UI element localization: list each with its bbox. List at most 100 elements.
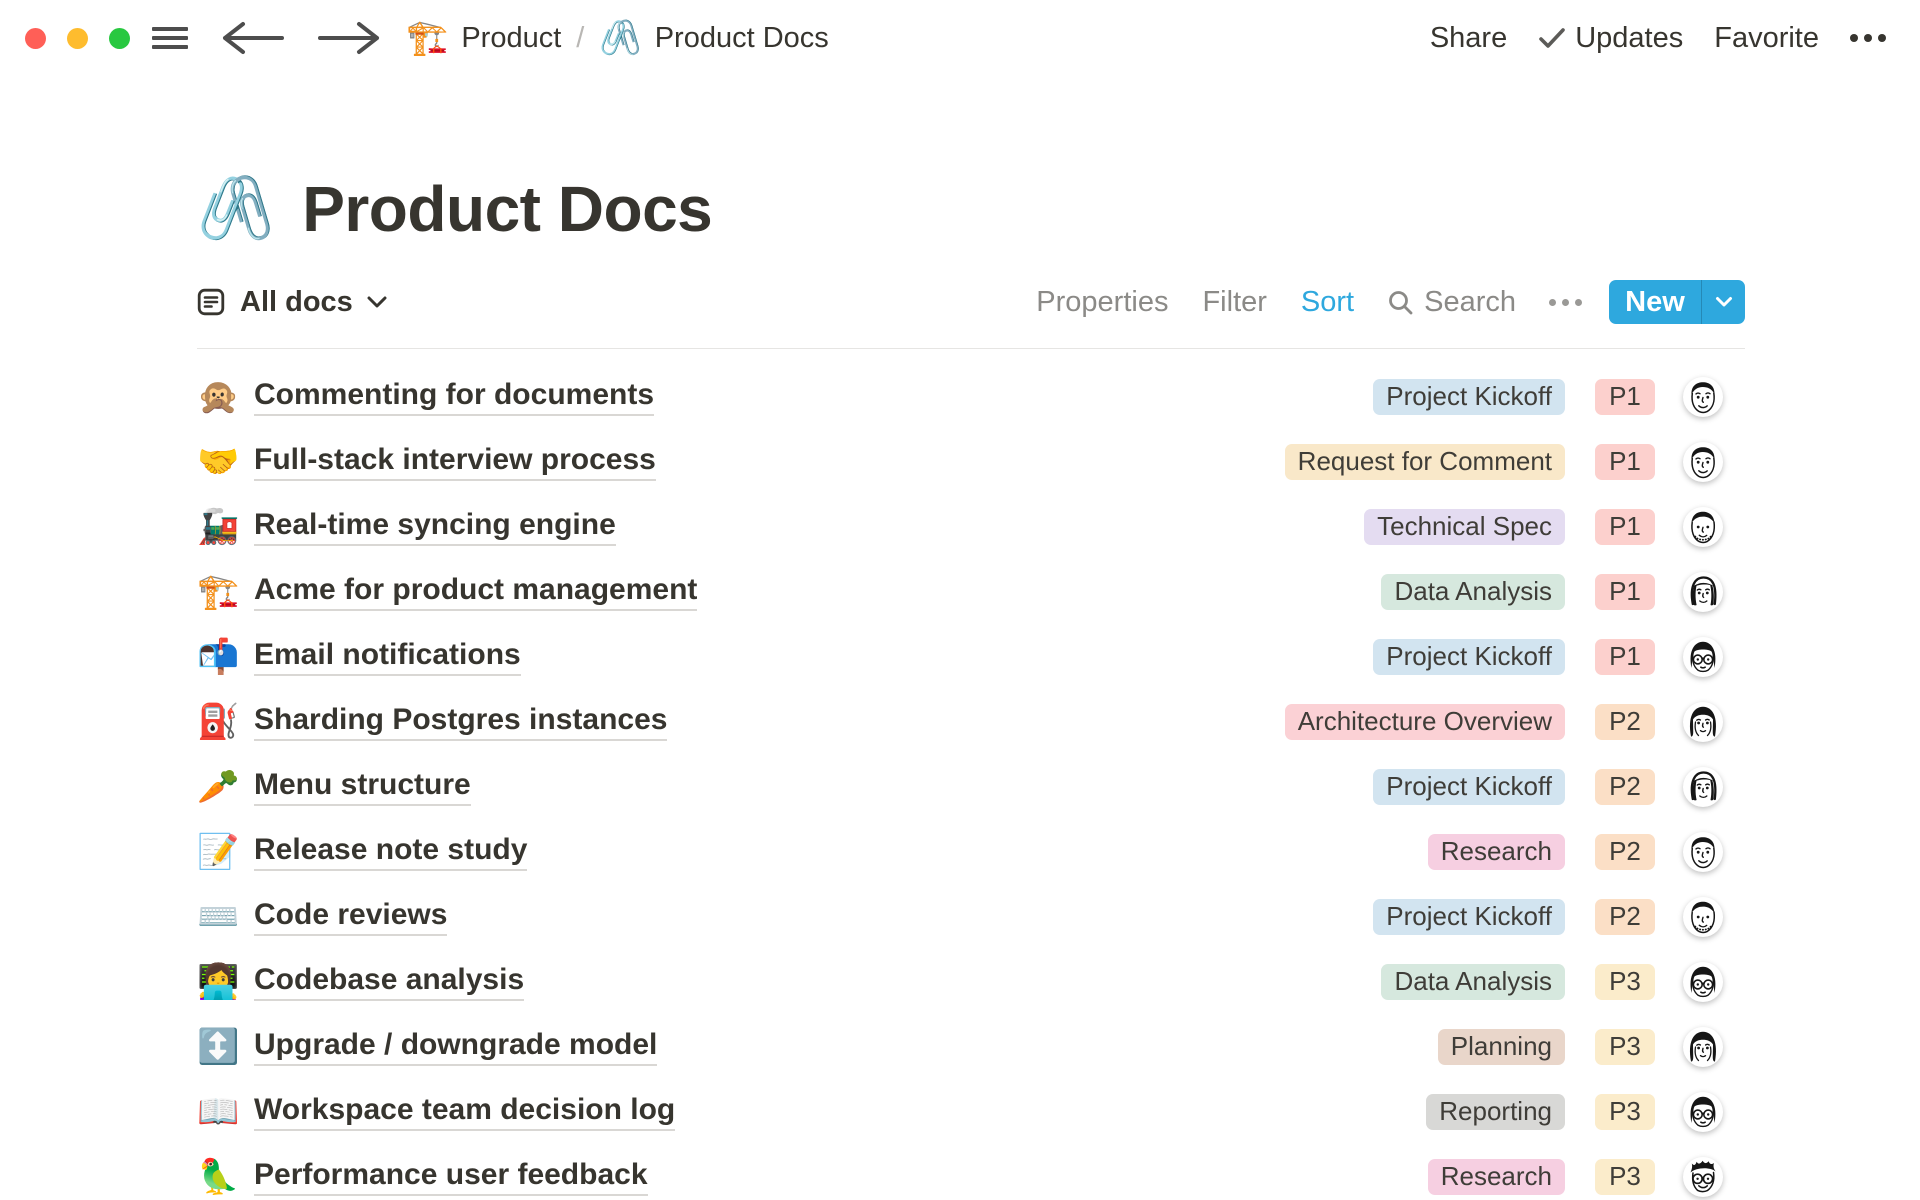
doc-title-link[interactable]: Full-stack interview process xyxy=(254,443,656,481)
doc-emoji-icon: 🏗️ xyxy=(197,572,237,612)
doc-owner-avatar[interactable] xyxy=(1683,442,1723,482)
doc-priority-badge[interactable]: P3 xyxy=(1595,964,1655,1000)
doc-owner-avatar[interactable] xyxy=(1683,1157,1723,1197)
search-button[interactable]: Search xyxy=(1387,286,1516,319)
table-row[interactable]: 👩‍💻 Codebase analysis Data Analysis P3 xyxy=(197,949,1745,1014)
doc-priority-badge[interactable]: P3 xyxy=(1595,1094,1655,1130)
database-toolbar: All docs Properties Filter Sort Search N… xyxy=(197,280,1745,324)
page-icon[interactable]: 🖇️ xyxy=(197,170,274,248)
table-row[interactable]: 🦜 Performance user feedback Research P3 xyxy=(197,1144,1745,1200)
new-button[interactable]: New xyxy=(1609,280,1745,324)
doc-tag-badge[interactable]: Data Analysis xyxy=(1381,574,1565,610)
doc-tag-badge[interactable]: Project Kickoff xyxy=(1373,769,1565,805)
view-name-label: All docs xyxy=(240,286,353,319)
doc-priority-badge[interactable]: P2 xyxy=(1595,769,1655,805)
search-icon xyxy=(1387,289,1414,316)
doc-owner-avatar[interactable] xyxy=(1683,507,1723,547)
doc-title-link[interactable]: Email notifications xyxy=(254,638,521,676)
doc-title-link[interactable]: Menu structure xyxy=(254,768,471,806)
doc-emoji-icon: ↕️ xyxy=(197,1027,237,1067)
doc-title-link[interactable]: Performance user feedback xyxy=(254,1158,648,1196)
doc-tag-badge[interactable]: Project Kickoff xyxy=(1373,899,1565,935)
doc-priority-badge[interactable]: P2 xyxy=(1595,704,1655,740)
doc-priority-badge[interactable]: P1 xyxy=(1595,379,1655,415)
doc-priority-badge[interactable]: P1 xyxy=(1595,574,1655,610)
filter-button[interactable]: Filter xyxy=(1202,286,1266,319)
doc-priority-badge[interactable]: P2 xyxy=(1595,834,1655,870)
doc-owner-avatar[interactable] xyxy=(1683,767,1723,807)
doc-tag-badge[interactable]: Planning xyxy=(1438,1029,1565,1065)
doc-owner-avatar[interactable] xyxy=(1683,637,1723,677)
table-row[interactable]: ⛽ Sharding Postgres instances Architectu… xyxy=(197,689,1745,754)
doc-tag-badge[interactable]: Architecture Overview xyxy=(1285,704,1565,740)
table-row[interactable]: 🙊 Commenting for documents Project Kicko… xyxy=(197,364,1745,429)
share-button[interactable]: Share xyxy=(1430,22,1507,55)
minimize-window-button[interactable] xyxy=(67,28,88,49)
doc-priority-badge[interactable]: P3 xyxy=(1595,1029,1655,1065)
doc-priority-badge[interactable]: P3 xyxy=(1595,1159,1655,1195)
view-switcher[interactable]: All docs xyxy=(197,286,388,319)
doc-owner-avatar[interactable] xyxy=(1683,572,1723,612)
doc-tag-badge[interactable]: Research xyxy=(1428,1159,1565,1195)
doc-title-link[interactable]: Commenting for documents xyxy=(254,378,654,416)
table-row[interactable]: 📬 Email notifications Project Kickoff P1 xyxy=(197,624,1745,689)
list-view-icon xyxy=(197,288,225,316)
doc-title-link[interactable]: Upgrade / downgrade model xyxy=(254,1028,657,1066)
close-window-button[interactable] xyxy=(25,28,46,49)
page-title-text[interactable]: Product Docs xyxy=(302,170,712,248)
doc-title-link[interactable]: Acme for product management xyxy=(254,573,697,611)
forward-arrow-icon[interactable] xyxy=(314,20,384,56)
back-arrow-icon[interactable] xyxy=(218,20,288,56)
chevron-down-icon xyxy=(366,295,388,309)
doc-emoji-icon: 🚂 xyxy=(197,507,237,547)
updates-button[interactable]: Updates xyxy=(1538,22,1683,55)
properties-button[interactable]: Properties xyxy=(1036,286,1168,319)
table-row[interactable]: 🚂 Real-time syncing engine Technical Spe… xyxy=(197,494,1745,559)
table-row[interactable]: ⌨️ Code reviews Project Kickoff P2 xyxy=(197,884,1745,949)
favorite-button[interactable]: Favorite xyxy=(1714,22,1819,55)
breadcrumb-parent-link[interactable]: Product xyxy=(461,22,561,55)
doc-owner-avatar[interactable] xyxy=(1683,962,1723,1002)
doc-emoji-icon: ⛽ xyxy=(197,702,237,742)
doc-owner-avatar[interactable] xyxy=(1683,1092,1723,1132)
doc-tag-badge[interactable]: Reporting xyxy=(1426,1094,1565,1130)
doc-owner-avatar[interactable] xyxy=(1683,377,1723,417)
doc-title-link[interactable]: Sharding Postgres instances xyxy=(254,703,667,741)
doc-tag-badge[interactable]: Project Kickoff xyxy=(1373,639,1565,675)
doc-emoji-icon: 🥕 xyxy=(197,767,237,807)
doc-title-link[interactable]: Codebase analysis xyxy=(254,963,524,1001)
table-row[interactable]: 🏗️ Acme for product management Data Anal… xyxy=(197,559,1745,624)
doc-emoji-icon: ⌨️ xyxy=(197,897,237,937)
more-icon[interactable] xyxy=(1850,34,1886,42)
toolbar-more-icon[interactable] xyxy=(1549,299,1582,306)
menu-icon[interactable] xyxy=(152,27,188,49)
doc-owner-avatar[interactable] xyxy=(1683,1027,1723,1067)
sort-button[interactable]: Sort xyxy=(1301,286,1354,319)
doc-title-link[interactable]: Release note study xyxy=(254,833,527,871)
doc-title-link[interactable]: Workspace team decision log xyxy=(254,1093,675,1131)
doc-title-link[interactable]: Code reviews xyxy=(254,898,447,936)
table-row[interactable]: 🤝 Full-stack interview process Request f… xyxy=(197,429,1745,494)
doc-tag-badge[interactable]: Data Analysis xyxy=(1381,964,1565,1000)
doc-owner-avatar[interactable] xyxy=(1683,832,1723,872)
doc-tag-badge[interactable]: Project Kickoff xyxy=(1373,379,1565,415)
doc-tag-badge[interactable]: Technical Spec xyxy=(1364,509,1565,545)
doc-owner-avatar[interactable] xyxy=(1683,702,1723,742)
breadcrumb-current-link[interactable]: Product Docs xyxy=(655,22,829,55)
table-row[interactable]: 🥕 Menu structure Project Kickoff P2 xyxy=(197,754,1745,819)
doc-priority-badge[interactable]: P1 xyxy=(1595,639,1655,675)
doc-tag-badge[interactable]: Request for Comment xyxy=(1285,444,1565,480)
doc-emoji-icon: 📬 xyxy=(197,637,237,677)
doc-priority-badge[interactable]: P1 xyxy=(1595,444,1655,480)
table-row[interactable]: ↕️ Upgrade / downgrade model Planning P3 xyxy=(197,1014,1745,1079)
new-button-chevron-icon[interactable] xyxy=(1702,280,1745,324)
doc-title-link[interactable]: Real-time syncing engine xyxy=(254,508,616,546)
zoom-window-button[interactable] xyxy=(109,28,130,49)
doc-tag-badge[interactable]: Research xyxy=(1428,834,1565,870)
table-row[interactable]: 📖 Workspace team decision log Reporting … xyxy=(197,1079,1745,1144)
breadcrumb-separator: / xyxy=(576,22,584,55)
table-row[interactable]: 📝 Release note study Research P2 xyxy=(197,819,1745,884)
doc-priority-badge[interactable]: P1 xyxy=(1595,509,1655,545)
doc-owner-avatar[interactable] xyxy=(1683,897,1723,937)
doc-priority-badge[interactable]: P2 xyxy=(1595,899,1655,935)
